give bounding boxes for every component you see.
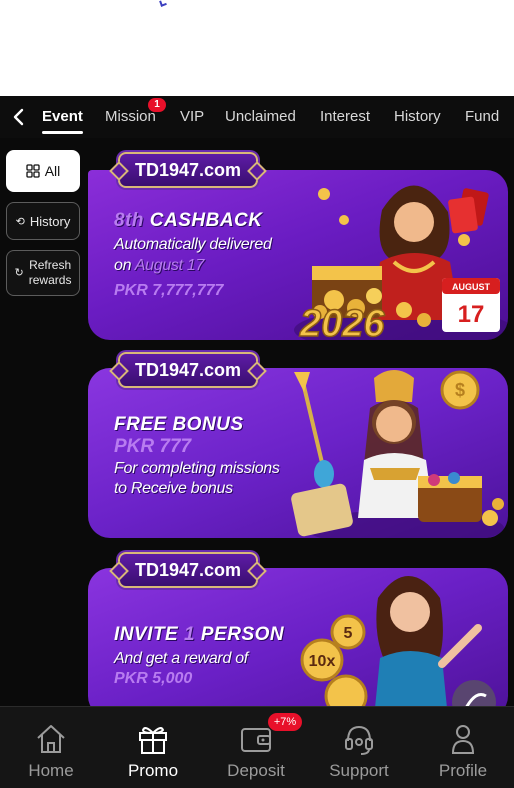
status-area xyxy=(0,0,514,96)
tab-vip[interactable]: VIP xyxy=(180,108,204,125)
svg-text:$: $ xyxy=(455,380,465,400)
cashback-ordinal: 8th xyxy=(114,210,144,231)
nav-deposit-label: Deposit xyxy=(227,761,285,780)
free-bonus-line1: For completing missions xyxy=(114,460,280,477)
nav-promo-label: Promo xyxy=(127,761,179,780)
free-bonus-amount: PKR 777 xyxy=(114,436,192,457)
nav-support[interactable]: Support xyxy=(308,707,410,788)
invite-title-count: 1 xyxy=(184,624,196,645)
brand-logo-1: TD1947.com xyxy=(118,152,258,188)
refresh-rewards-button[interactable]: ↻ Refresh rewards xyxy=(6,250,80,296)
history-button[interactable]: ⟲ History xyxy=(6,202,80,240)
cashback-line1: Automatically delivered xyxy=(114,236,272,253)
top-tab-bar: Event Mission 1 VIP Unclaimed Interest H… xyxy=(0,96,514,138)
nav-promo[interactable]: Promo xyxy=(102,707,204,788)
gift-icon xyxy=(139,727,167,754)
svg-text:10x: 10x xyxy=(309,653,336,670)
tab-interest[interactable]: Interest xyxy=(320,108,370,125)
grid-icon xyxy=(26,164,40,178)
back-button[interactable] xyxy=(8,106,30,128)
invite-illustration: 5 10x xyxy=(300,576,496,706)
invite-amount: PKR 5,000 xyxy=(114,670,193,687)
tab-event[interactable]: Event xyxy=(42,108,83,134)
nav-support-label: Support xyxy=(329,761,389,780)
nav-home[interactable]: Home xyxy=(0,707,102,788)
history-icon: ⟲ xyxy=(15,215,25,228)
nav-profile[interactable]: Profile xyxy=(412,707,514,788)
filter-all-button[interactable]: All xyxy=(6,150,80,192)
calendar-month: AUGUST xyxy=(452,282,491,292)
free-bonus-illustration: $ xyxy=(291,370,504,538)
tab-history[interactable]: History xyxy=(394,108,441,125)
brand-logo-3: TD1947.com xyxy=(118,552,258,588)
refresh-icon: ↻ xyxy=(14,266,24,279)
deposit-bonus-badge: +7% xyxy=(268,713,302,731)
home-icon xyxy=(37,725,65,753)
cashback-banner[interactable]: 8th CASHBACK Automatically delivered on … xyxy=(88,170,508,340)
tab-unclaimed[interactable]: Unclaimed xyxy=(225,108,296,125)
filter-all-label: All xyxy=(44,163,61,179)
free-bonus-banner[interactable]: FREE BONUS PKR 777 For completing missio… xyxy=(88,368,508,538)
brand-logo-2: TD1947.com xyxy=(118,352,258,388)
promo-content: All ⟲ History ↻ Refresh rewards 8th CASH… xyxy=(0,138,514,706)
cashback-amount: PKR 7,777,777 xyxy=(114,282,224,299)
cashback-illustration: AUGUST 17 2026 xyxy=(294,185,508,340)
headset-icon xyxy=(345,725,373,755)
mission-count-badge: 1 xyxy=(148,98,166,112)
free-bonus-title: FREE BONUS xyxy=(114,414,244,435)
invite-line1: And get a reward of xyxy=(114,650,248,667)
chevron-left-icon xyxy=(13,108,24,126)
invite-title-a: INVITE xyxy=(114,624,179,645)
free-bonus-line2: to Receive bonus xyxy=(114,480,233,497)
year-text: 2026 xyxy=(299,303,385,340)
refresh-label: Refresh rewards xyxy=(28,258,72,287)
cashback-title: CASHBACK xyxy=(149,210,263,231)
cashback-on: on xyxy=(114,257,132,274)
calendar-day: 17 xyxy=(458,301,485,328)
tab-fund[interactable]: Fund xyxy=(465,108,499,125)
history-label: History xyxy=(29,213,71,229)
nav-profile-label: Profile xyxy=(438,761,488,780)
nav-home-label: Home xyxy=(28,761,74,780)
bottom-nav: Home Promo Deposit +7% Support Profile xyxy=(0,706,514,788)
cashback-date: August 17 xyxy=(134,257,205,274)
invite-banner[interactable]: INVITE 1 PERSON And get a reward of PKR … xyxy=(88,568,508,706)
tab-mission[interactable]: Mission xyxy=(105,108,156,125)
invite-title-c: PERSON xyxy=(200,624,285,645)
user-icon xyxy=(451,725,475,754)
svg-text:5: 5 xyxy=(344,625,353,642)
